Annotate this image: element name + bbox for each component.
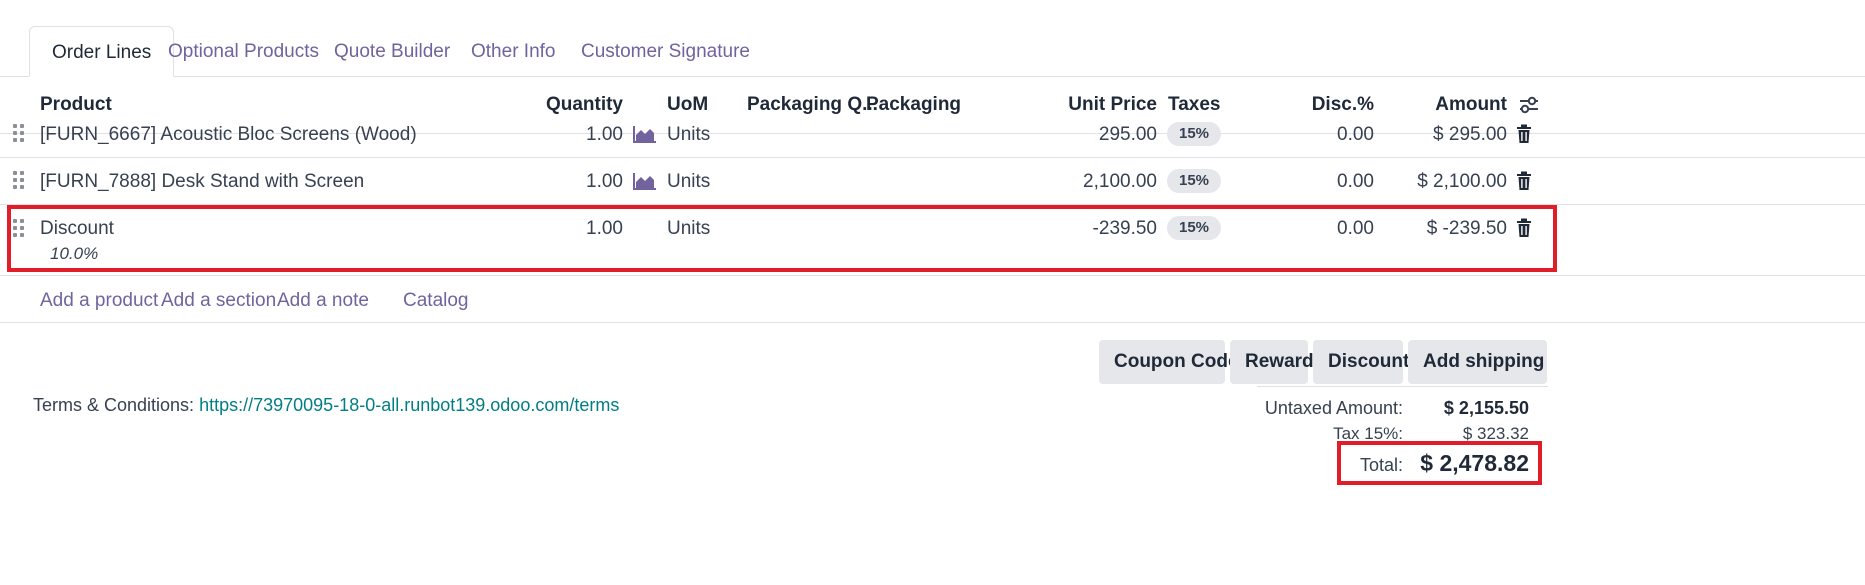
discount-value[interactable]: 0.00 — [1280, 124, 1374, 146]
discount-button[interactable]: Discount — [1313, 340, 1409, 384]
uom-value[interactable]: Units — [667, 124, 710, 146]
forecast-chart-icon[interactable] — [633, 172, 657, 190]
unit-price-value[interactable]: 2,100.00 — [1040, 171, 1157, 193]
add-note-link[interactable]: Add a note — [277, 290, 369, 312]
amount-value: $ 295.00 — [1433, 124, 1507, 145]
discount-value[interactable]: 0.00 — [1280, 171, 1374, 193]
drag-handle-icon[interactable] — [13, 124, 27, 144]
totals-divider — [1257, 386, 1548, 387]
trash-icon[interactable] — [1516, 171, 1532, 191]
tax-badge[interactable]: 15% — [1167, 169, 1222, 193]
tab-customer-signature[interactable]: Customer Signature — [559, 26, 772, 77]
terms-and-conditions: Terms & Conditions: https://73970095-18-… — [33, 395, 619, 416]
trash-icon[interactable] — [1516, 124, 1532, 144]
unit-price-value[interactable]: 295.00 — [1040, 124, 1157, 146]
table-row[interactable]: [FURN_6667] Acoustic Bloc Screens (Wood)… — [0, 111, 1865, 158]
table-row[interactable]: [FURN_7888] Desk Stand with Screen 1.00 … — [0, 157, 1865, 205]
total-highlight — [1337, 441, 1542, 485]
product-name[interactable]: [FURN_7888] Desk Stand with Screen — [40, 171, 364, 193]
coupon-code-button[interactable]: Coupon Code — [1099, 340, 1239, 384]
forecast-chart-icon[interactable] — [633, 125, 657, 143]
add-shipping-button[interactable]: Add shipping — [1408, 340, 1547, 384]
terms-link[interactable]: https://73970095-18-0-all.runbot139.odoo… — [199, 395, 619, 415]
discount-row-highlight — [7, 205, 1557, 272]
product-name[interactable]: [FURN_6667] Acoustic Bloc Screens (Wood) — [40, 124, 417, 146]
quantity-value[interactable]: 1.00 — [540, 124, 623, 146]
tax-badge[interactable]: 15% — [1167, 122, 1222, 146]
catalog-link[interactable]: Catalog — [403, 290, 469, 312]
untaxed-amount-value: $ 2,155.50 — [1443, 398, 1529, 418]
reward-button[interactable]: Reward — [1230, 340, 1314, 384]
quantity-value[interactable]: 1.00 — [540, 171, 623, 193]
add-section-link[interactable]: Add a section — [161, 290, 276, 312]
drag-handle-icon[interactable] — [13, 171, 27, 191]
add-product-link[interactable]: Add a product — [40, 290, 158, 312]
untaxed-amount-label: Untaxed Amount: — [1264, 398, 1403, 418]
amount-value: $ 2,100.00 — [1417, 171, 1507, 192]
terms-label: Terms & Conditions: — [33, 395, 195, 415]
section-divider — [0, 322, 1865, 323]
uom-value[interactable]: Units — [667, 171, 710, 193]
